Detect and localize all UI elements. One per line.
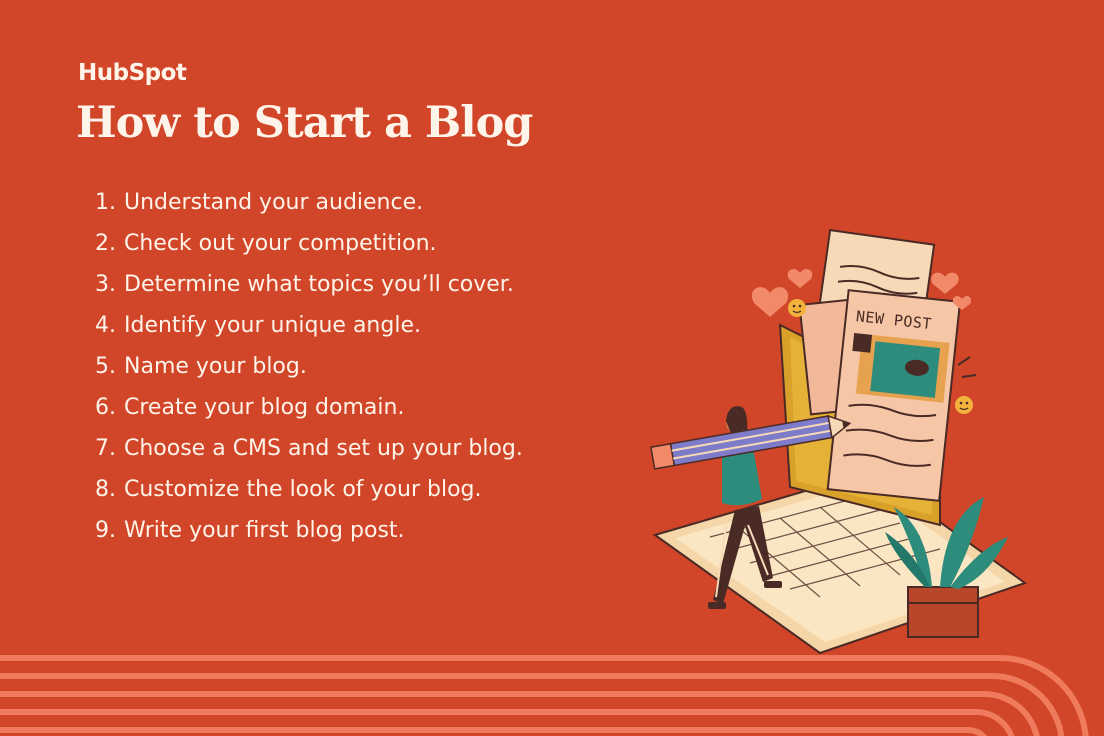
step-item: 1. Understand your audience. — [95, 184, 523, 225]
decorative-stripes — [0, 655, 1089, 736]
step-number: 9. — [95, 518, 116, 543]
step-number: 7. — [95, 436, 116, 461]
step-item: 8. Customize the look of your blog. — [95, 471, 523, 512]
step-text: Create your blog domain. — [124, 395, 405, 420]
blogging-illustration: NEW POST — [650, 228, 1028, 655]
smiley-icon — [955, 396, 973, 414]
heart-icon — [751, 287, 789, 317]
heart-icon — [931, 272, 959, 294]
step-number: 8. — [95, 477, 116, 502]
step-item: 2. Check out your competition. — [95, 225, 523, 266]
step-text: Choose a CMS and set up your blog. — [124, 436, 523, 461]
step-text: Check out your competition. — [124, 231, 437, 256]
step-number: 4. — [95, 313, 116, 338]
page-title: How to Start a Blog — [76, 98, 533, 148]
step-item: 4. Identify your unique angle. — [95, 307, 523, 348]
smiley-icon — [788, 299, 806, 317]
step-number: 1. — [95, 190, 116, 215]
step-text: Write your first blog post. — [124, 518, 405, 543]
step-text: Determine what topics you’ll cover. — [124, 272, 514, 297]
step-item: 7. Choose a CMS and set up your blog. — [95, 430, 523, 471]
step-item: 9. Write your first blog post. — [95, 512, 523, 553]
step-number: 3. — [95, 272, 116, 297]
step-text: Name your blog. — [124, 354, 307, 379]
step-item: 5. Name your blog. — [95, 348, 523, 389]
steps-list: 1. Understand your audience. 2. Check out … — [95, 184, 523, 553]
step-text: Identify your unique angle. — [124, 313, 421, 338]
heart-icon — [787, 268, 813, 288]
step-number: 2. — [95, 231, 116, 256]
step-text: Customize the look of your blog. — [124, 477, 482, 502]
infographic-canvas: HubSpot How to Start a Blog 1. Understand… — [0, 0, 1104, 736]
hubspot-logo: HubSpot — [78, 60, 187, 86]
sparkle-lines — [957, 356, 977, 378]
step-number: 5. — [95, 354, 116, 379]
step-item: 3. Determine what topics you’ll cover. — [95, 266, 523, 307]
step-text: Understand your audience. — [124, 190, 424, 215]
step-number: 6. — [95, 395, 116, 420]
new-post-document: NEW POST — [826, 289, 962, 502]
step-item: 6. Create your blog domain. — [95, 389, 523, 430]
